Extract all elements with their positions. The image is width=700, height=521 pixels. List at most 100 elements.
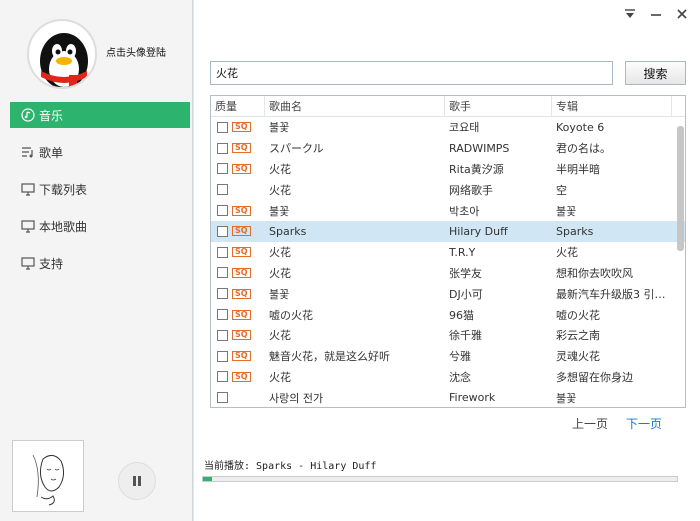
table-row[interactable]: 火花 网络歌手 空 [211,179,685,200]
quality-cell [211,392,265,404]
sidebar-item-label: 音乐 [39,108,64,123]
sidebar-item-local-songs[interactable]: 本地歌曲 [10,213,190,239]
header-title[interactable]: 歌曲名 [265,96,445,117]
song-title: 火花 [269,329,291,343]
song-title: 불꽃 [269,287,290,301]
song-title: 魅音火花，就是这么好听 [269,350,390,364]
song-artist: Firework [449,391,496,405]
song-title: 불꽃 [269,121,290,135]
row-checkbox[interactable] [217,371,228,383]
table-row[interactable]: SQ 火花 沈念 多想留在你身边 [211,367,685,388]
row-checkbox[interactable] [217,121,228,133]
row-checkbox[interactable] [217,288,228,300]
song-album: 君の名は。 [556,142,611,156]
song-album: 多想留在你身边 [556,370,633,384]
playlist-icon [20,144,36,160]
row-checkbox[interactable] [217,392,228,404]
table-row[interactable]: SQ 火花 张学友 想和你去吹吹风 [211,263,685,284]
search-button[interactable]: 搜索 [625,61,686,85]
sidebar-item-support[interactable]: 支持 [10,250,190,276]
music-icon [20,107,36,123]
song-artist: 박초아 [449,204,480,218]
header-artist[interactable]: 歌手 [445,96,552,117]
song-album: Sparks [556,224,594,238]
sq-quality-icon: SQ [232,205,251,216]
table-row[interactable]: SQ 불꽃 DJ小可 最新汽车升级版3 引… [211,283,685,304]
album-cover-sketch [13,441,83,511]
song-artist: Hilary Duff [449,224,508,238]
song-artist: 96猫 [449,308,474,322]
sq-quality-icon: SQ [232,371,251,382]
table-row[interactable]: SQ Sparks Hilary Duff Sparks [211,220,685,242]
header-quality[interactable]: 质量 [211,96,265,117]
sidebar-item-music[interactable]: 音乐 [10,102,190,128]
pause-button[interactable] [118,462,156,500]
quality-cell: SQ [211,163,265,175]
scrollbar-thumb[interactable] [677,126,684,251]
table-row[interactable]: SQ 火花 T.R.Y 火花 [211,242,685,263]
row-checkbox[interactable] [217,163,228,175]
quality-cell: SQ [211,288,265,300]
quality-cell: SQ [211,205,265,217]
row-checkbox[interactable] [217,309,228,321]
row-checkbox[interactable] [217,267,228,279]
monitor-icon [20,218,36,234]
quality-cell [211,184,265,196]
sidebar-item-downloads[interactable]: 下载列表 [10,176,190,202]
sidebar-nav: 音乐 歌单 下载列表 本地歌曲 支持 [10,102,190,287]
row-checkbox[interactable] [217,184,228,196]
dropdown-menu-icon[interactable] [624,8,636,24]
quality-cell: SQ [211,246,265,258]
close-icon[interactable] [676,8,688,24]
progress-bar[interactable] [202,476,678,482]
row-checkbox[interactable] [217,142,228,154]
table-row[interactable]: SQ 嘘の火花 96猫 嘘の火花 [211,304,685,325]
main-panel: 搜索 质量 歌曲名 歌手 专辑 SQ 불꽃 코요태 Koyote 6 SQ スパークル RA… [194,0,700,521]
song-artist: 徐千雅 [449,329,482,343]
sq-quality-icon: SQ [232,288,251,299]
sidebar-item-playlist[interactable]: 歌单 [10,139,190,165]
next-page-link[interactable]: 下一页 [626,415,662,432]
table-row[interactable]: SQ 火花 徐千雅 彩云之南 [211,325,685,346]
song-artist: 코요태 [449,121,480,135]
login-label[interactable]: 点击头像登陆 [106,44,166,59]
table-row[interactable]: SQ 魅音火花，就是这么好听 兮雅 灵魂火花 [211,346,685,367]
quality-cell: SQ [211,225,265,237]
song-title: 嘘の火花 [269,308,313,322]
row-checkbox[interactable] [217,350,228,362]
sidebar-item-label: 支持 [39,256,64,271]
table-row[interactable]: 사랑의 전가 Firework 불꽃 [211,387,685,407]
song-album: 空 [556,183,567,197]
song-title: スパークル [269,142,324,156]
row-checkbox[interactable] [217,205,228,217]
song-artist: 张学友 [449,266,482,280]
prev-page-link[interactable]: 上一页 [572,415,608,432]
avatar-qq-penguin[interactable] [27,19,97,89]
table-row[interactable]: SQ 火花 Rita黄汐源 半明半暗 [211,159,685,180]
row-checkbox[interactable] [217,225,228,237]
sidebar-item-label: 下载列表 [39,182,88,197]
quality-cell: SQ [211,267,265,279]
header-album[interactable]: 专辑 [552,96,672,117]
now-playing-text: 当前播放: Sparks - Hilary Duff [204,461,377,472]
row-checkbox[interactable] [217,246,228,258]
row-checkbox[interactable] [217,329,228,341]
song-album: 灵魂火花 [556,350,600,364]
table-row[interactable]: SQ 불꽃 박초아 불꽃 [211,200,685,221]
pause-icon [133,476,141,486]
sq-quality-icon: SQ [232,330,251,341]
minimize-icon[interactable] [650,8,662,24]
table-row[interactable]: SQ スパークル RADWIMPS 君の名は。 [211,138,685,159]
table-row[interactable]: SQ 불꽃 코요태 Koyote 6 [211,117,685,138]
monitor-icon [20,181,36,197]
song-album: 嘘の火花 [556,308,600,322]
search-input[interactable] [210,61,613,85]
song-artist: T.R.Y [449,245,476,259]
quality-cell: SQ [211,121,265,133]
song-album: 火花 [556,246,578,260]
progress-fill [203,477,213,481]
table-body: SQ 불꽃 코요태 Koyote 6 SQ スパークル RADWIMPS 君の名は。 SQ 火花 R… [211,117,685,407]
song-album: 半明半暗 [556,162,600,176]
sq-quality-icon: SQ [232,122,251,133]
quality-cell: SQ [211,309,265,321]
